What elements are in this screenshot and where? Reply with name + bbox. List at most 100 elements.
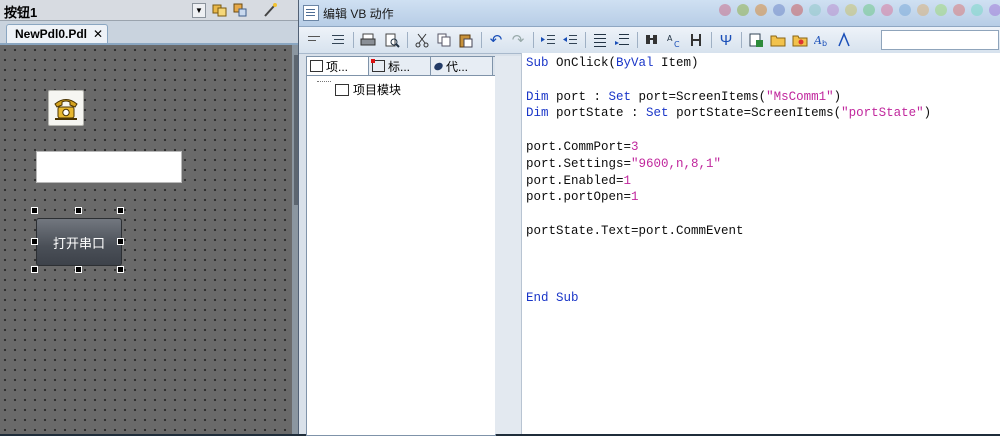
- selection-handle[interactable]: [75, 207, 82, 214]
- code-line[interactable]: Sub OnClick(ByVal Item): [526, 55, 931, 72]
- selection-handle[interactable]: [31, 207, 38, 214]
- editor-app-icon: [303, 5, 319, 21]
- window-title: 编辑 VB 动作: [323, 7, 394, 21]
- outline-collapse-icon[interactable]: [305, 31, 323, 49]
- toolbar-separator: [741, 32, 742, 48]
- tree-item-project-module[interactable]: 项目模块: [317, 81, 401, 99]
- goto-line-icon[interactable]: [687, 31, 705, 49]
- io-field[interactable]: [36, 151, 182, 183]
- code-line[interactable]: port.portOpen=1: [526, 189, 931, 206]
- close-tab-icon[interactable]: ✕: [93, 25, 103, 43]
- selection-handle[interactable]: [31, 238, 38, 245]
- selection-handle[interactable]: [31, 266, 38, 273]
- code-token: port.Enabled=: [526, 173, 624, 188]
- code-line[interactable]: Dim portState : Set portState=ScreenItem…: [526, 105, 931, 122]
- code-token: port.Settings=: [526, 156, 632, 171]
- code-token: "portState": [841, 106, 924, 121]
- code-line[interactable]: [526, 240, 931, 257]
- object-name: 按钮1: [4, 5, 38, 20]
- editor-margin: [495, 56, 521, 434]
- code-token: port :: [548, 89, 609, 104]
- cut-icon[interactable]: [413, 31, 431, 49]
- folder-add-icon[interactable]: [791, 31, 809, 49]
- code-token: ): [833, 89, 842, 104]
- code-line[interactable]: [526, 72, 931, 89]
- selection-handle[interactable]: [75, 266, 82, 273]
- code-token: Set: [608, 89, 632, 104]
- paste-format-icon[interactable]: [232, 2, 248, 18]
- print-icon[interactable]: [359, 31, 377, 49]
- toolbar-separator: [711, 32, 712, 48]
- object-toolbar: 按钮1 ▼: [0, 0, 300, 21]
- code-token: port.CommPort=: [526, 139, 632, 154]
- outdent-icon[interactable]: [561, 31, 579, 49]
- toolbar-separator: [353, 32, 354, 48]
- code-token: 3: [631, 139, 639, 154]
- tab-tags-label: 标...: [388, 59, 411, 74]
- code-token: Set: [646, 106, 669, 121]
- syntax-check-icon[interactable]: Ψ: [717, 31, 735, 49]
- folder-icon[interactable]: [769, 31, 787, 49]
- code-line[interactable]: port.CommPort=3: [526, 139, 931, 156]
- open-serial-port-button[interactable]: 打开串口: [36, 218, 122, 266]
- toolbar-search-field[interactable]: [881, 30, 999, 50]
- code-editor[interactable]: Sub OnClick(ByVal Item) Dim port : Set p…: [521, 53, 1000, 434]
- insert-module-icon[interactable]: [747, 31, 765, 49]
- print-preview-icon[interactable]: [383, 31, 401, 49]
- copy-icon[interactable]: [435, 31, 453, 49]
- code-token: Sub: [526, 56, 549, 70]
- code-line[interactable]: port.Enabled=1: [526, 173, 931, 190]
- paste-icon[interactable]: [457, 31, 475, 49]
- copy-format-icon[interactable]: [212, 2, 228, 18]
- code-token: OnClick(: [548, 56, 617, 70]
- code-token: 1: [631, 190, 639, 205]
- toolbar-separator: [533, 32, 534, 48]
- tab-tags[interactable]: 标...: [369, 57, 431, 75]
- tab-newpdl0[interactable]: NewPdl0.Pdl ✕: [6, 24, 109, 43]
- title-bar[interactable]: 编辑 VB 动作: [299, 0, 1000, 27]
- panel-tabs: 项... 标... 代...: [307, 57, 495, 76]
- code-line[interactable]: End Sub: [526, 290, 931, 307]
- code-line[interactable]: portState.Text=port.CommEvent: [526, 223, 931, 240]
- tree-connector: [317, 81, 331, 99]
- tab-code[interactable]: 代...: [431, 57, 493, 75]
- tab-project[interactable]: 项...: [307, 57, 369, 75]
- code-token: port=ScreenItems(: [631, 89, 767, 104]
- code-token: Item): [653, 56, 699, 70]
- editor-toolbar: ↶ ↷ AC Ψ Ab: [299, 27, 1000, 54]
- toolbar-separator: [407, 32, 408, 48]
- code-token: Dim: [526, 89, 549, 104]
- object-dropdown-arrow-icon[interactable]: ▼: [192, 3, 206, 18]
- code-token: port.portOpen=: [526, 190, 632, 205]
- vb-editor-window: 编辑 VB 动作 ↶ ↷ AC Ψ Ab 项... 标... 代... 项目模块…: [298, 0, 1000, 436]
- uncomment-block-icon[interactable]: [613, 31, 631, 49]
- replace-icon[interactable]: AC: [665, 31, 683, 49]
- svg-text:A: A: [814, 34, 822, 47]
- redo-icon[interactable]: ↷: [509, 31, 527, 49]
- indent-icon[interactable]: [539, 31, 557, 49]
- font-icon[interactable]: Ab: [813, 31, 831, 49]
- undo-icon[interactable]: ↶: [487, 31, 505, 49]
- outline-expand-icon[interactable]: [329, 31, 347, 49]
- magic-wand-icon[interactable]: [262, 2, 278, 18]
- code-token: portState.Text=port.CommEvent: [526, 223, 744, 238]
- code-line[interactable]: Dim port : Set port=ScreenItems("MsComm1…: [526, 89, 931, 106]
- find-icon[interactable]: [643, 31, 661, 49]
- comment-block-icon[interactable]: [591, 31, 609, 49]
- title-bar-decoration: [719, 4, 1000, 16]
- code-line[interactable]: port.Settings="9600,n,8,1": [526, 156, 931, 173]
- selection-handle[interactable]: [117, 266, 124, 273]
- font-size-icon[interactable]: [835, 31, 853, 49]
- telephone-icon[interactable]: [48, 90, 84, 126]
- code-line[interactable]: [526, 273, 931, 290]
- code-line[interactable]: [526, 206, 931, 223]
- code-text[interactable]: Sub OnClick(ByVal Item) Dim port : Set p…: [526, 55, 931, 307]
- selection-handle[interactable]: [117, 207, 124, 214]
- tab-label: NewPdl0.Pdl: [15, 27, 88, 41]
- document-tabstrip: NewPdl0.Pdl ✕: [0, 21, 300, 45]
- code-line[interactable]: [526, 122, 931, 139]
- code-line[interactable]: [526, 257, 931, 274]
- selection-handle[interactable]: [117, 238, 124, 245]
- code-token: ): [923, 106, 932, 121]
- open-serial-port-label: 打开串口: [52, 235, 105, 251]
